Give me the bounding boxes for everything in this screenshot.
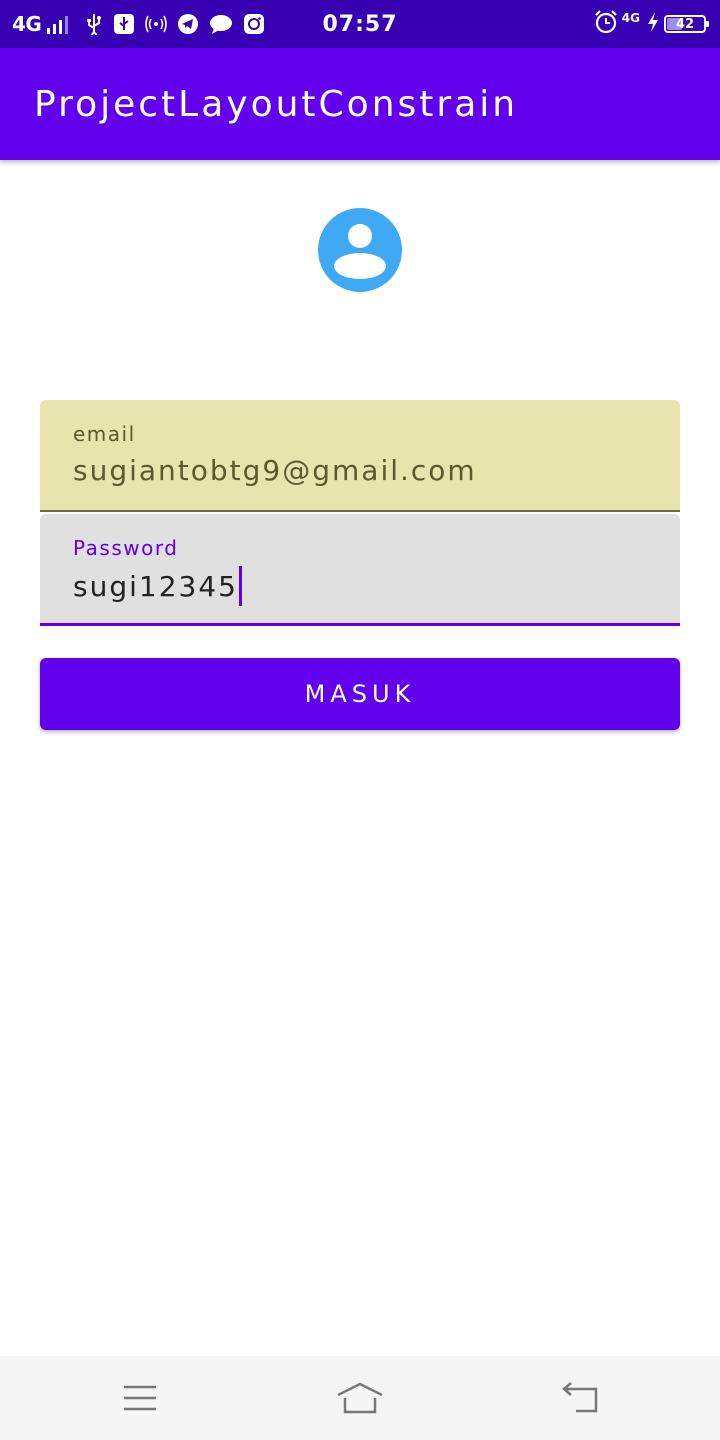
battery-icon: 42	[664, 15, 709, 33]
navigation-bar	[0, 1356, 720, 1440]
status-bar: 4G 07:57 4G 42	[0, 0, 720, 48]
usb-debug-icon	[113, 13, 135, 35]
chat-icon	[209, 13, 233, 35]
battery-level: 42	[675, 16, 695, 32]
hotspot-icon	[145, 14, 168, 34]
telegram-icon	[177, 13, 199, 35]
menu-icon[interactable]	[118, 1376, 162, 1420]
network-type: 4G	[12, 12, 42, 36]
alarm-icon	[594, 10, 618, 38]
app-title: ProjectLayoutConstrain	[34, 83, 519, 125]
account-circle-icon	[318, 208, 402, 292]
email-value[interactable]: sugiantobtg9@gmail.com	[73, 454, 477, 487]
network-type-small: 4G	[621, 11, 640, 25]
password-field[interactable]: Password sugi12345	[40, 514, 680, 626]
instagram-icon	[243, 13, 265, 35]
email-field[interactable]: email sugiantobtg9@gmail.com	[40, 400, 680, 512]
text-cursor	[238, 566, 242, 606]
app-bar: ProjectLayoutConstrain	[0, 48, 720, 160]
password-input[interactable]: sugi12345	[73, 566, 242, 608]
masuk-button[interactable]: MASUK	[40, 658, 680, 730]
usb-icon	[85, 13, 103, 35]
charging-icon	[646, 11, 660, 37]
back-icon[interactable]	[558, 1376, 602, 1420]
password-value: sugi12345	[73, 570, 238, 603]
signal-icon	[47, 14, 71, 34]
home-icon[interactable]	[336, 1376, 384, 1420]
password-label: Password	[73, 536, 179, 560]
email-label: email	[73, 422, 136, 446]
